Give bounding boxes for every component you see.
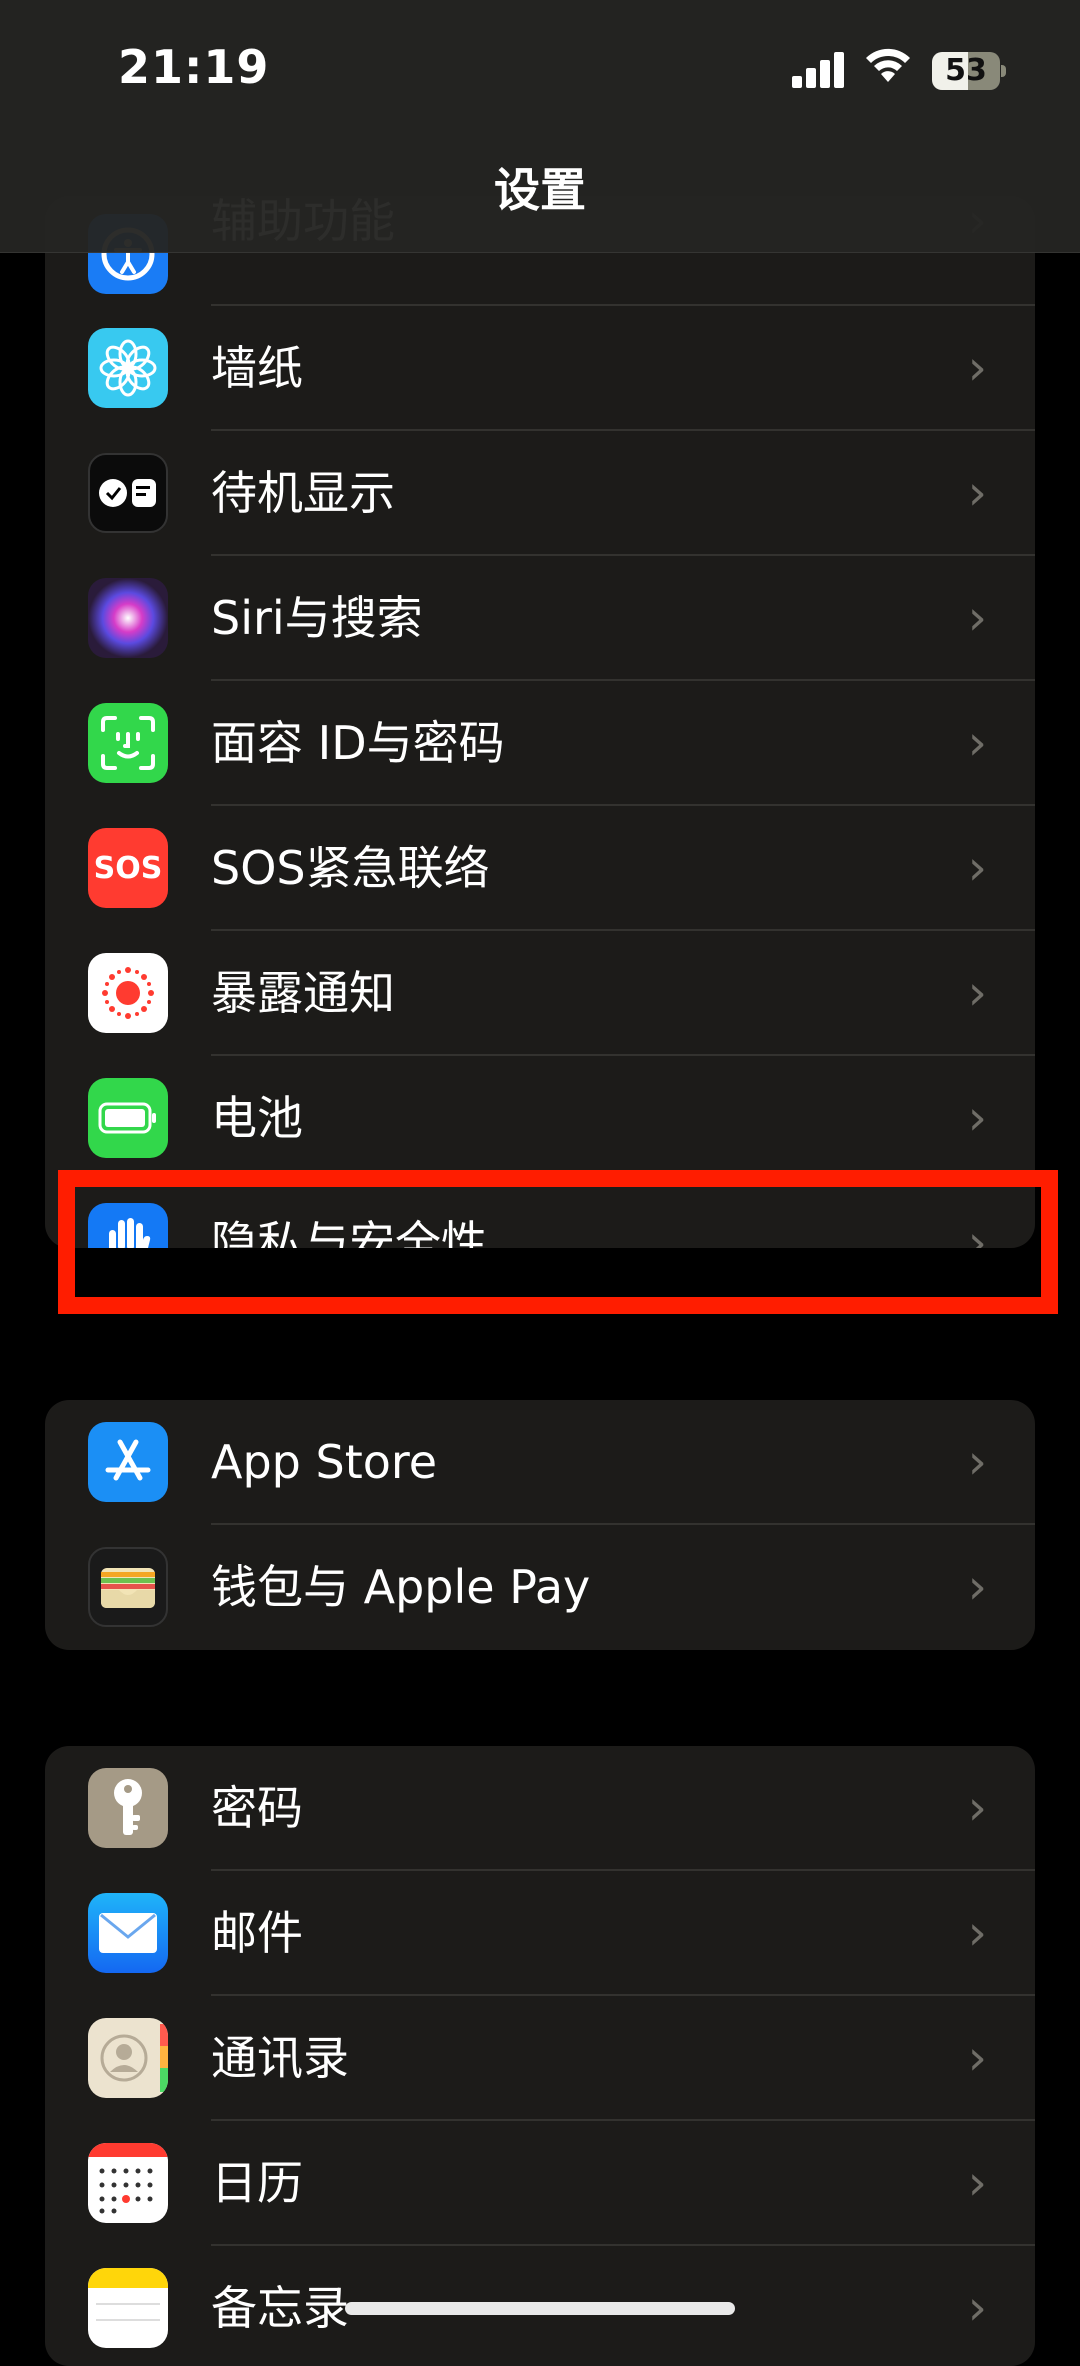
chevron-right-icon: › [967, 1559, 987, 1615]
settings-row-label: Siri与搜索 [211, 591, 423, 645]
settings-row-label: 墙纸 [211, 341, 303, 395]
flower-wallpaper-icon [88, 328, 168, 408]
settings-row-label: 钱包与 Apple Pay [211, 1560, 591, 1614]
chevron-right-icon: › [967, 965, 987, 1021]
calendar-icon [88, 2143, 168, 2223]
settings-row-label: 暴露通知 [211, 966, 395, 1020]
chevron-right-icon: › [967, 1434, 987, 1490]
wallet-icon [88, 1547, 168, 1627]
status-time: 21:19 [118, 40, 270, 94]
chevron-right-icon: › [967, 2155, 987, 2211]
chevron-right-icon: › [967, 1905, 987, 1961]
mail-icon [88, 1893, 168, 1973]
settings-row-label: 电池 [211, 1091, 303, 1145]
settings-row-mail[interactable]: 邮件 › [45, 1871, 1035, 1996]
app-store-icon [88, 1422, 168, 1502]
chevron-right-icon: › [967, 1090, 987, 1146]
settings-row-contacts[interactable]: 通讯录 › [45, 1996, 1035, 2121]
highlight-box [58, 1170, 1058, 1314]
chevron-right-icon: › [967, 2280, 987, 2336]
contacts-icon [88, 2018, 168, 2098]
sos-icon: SOS [88, 828, 168, 908]
siri-icon [88, 578, 168, 658]
settings-row-calendar[interactable]: 日历 › [45, 2121, 1035, 2246]
exposure-notification-icon [88, 953, 168, 1033]
page-title: 设置 [0, 140, 1080, 253]
settings-row-battery[interactable]: 电池 › [45, 1056, 1035, 1181]
chevron-right-icon: › [967, 715, 987, 771]
face-id-icon [88, 703, 168, 783]
chevron-right-icon: › [967, 465, 987, 521]
key-icon [88, 1768, 168, 1848]
settings-group-2: App Store › 钱包与 Apple Pay › [45, 1400, 1035, 1650]
settings-row-app-store[interactable]: App Store › [45, 1400, 1035, 1525]
settings-row-label: 面容 ID与密码 [211, 716, 505, 770]
battery-icon [88, 1078, 168, 1158]
settings-row-wallpaper[interactable]: 墙纸 › [45, 306, 1035, 431]
settings-row-label: 备忘录 [211, 2281, 349, 2335]
settings-row-exposure[interactable]: 暴露通知 › [45, 931, 1035, 1056]
cellular-signal-icon [792, 52, 844, 88]
wifi-icon [866, 48, 910, 82]
battery-level: 53 [932, 52, 1000, 90]
chevron-right-icon: › [967, 2030, 987, 2086]
settings-row-label: 待机显示 [211, 466, 395, 520]
chevron-right-icon: › [967, 840, 987, 896]
settings-row-passwords[interactable]: 密码 › [45, 1746, 1035, 1871]
settings-row-label: 邮件 [211, 1906, 303, 1960]
settings-row-standby[interactable]: 待机显示 › [45, 431, 1035, 556]
settings-row-label: 日历 [211, 2156, 303, 2210]
battery-icon: 53 [932, 52, 1006, 90]
settings-row-label: App Store [211, 1435, 438, 1489]
settings-group-1: 辅助功能 › 墙纸 › 待机显示 › [45, 196, 1035, 1248]
settings-row-label: SOS紧急联络 [211, 841, 490, 895]
notes-icon [88, 2268, 168, 2348]
chevron-right-icon: › [967, 590, 987, 646]
settings-row-face-id[interactable]: 面容 ID与密码 › [45, 681, 1035, 806]
settings-row-label: 通讯录 [211, 2031, 349, 2085]
settings-group-3: 密码 › 邮件 › 通讯录 › 日历 › 备忘录 › [45, 1746, 1035, 2366]
settings-row-wallet[interactable]: 钱包与 Apple Pay › [45, 1525, 1035, 1650]
chevron-right-icon: › [967, 1780, 987, 1836]
settings-row-siri[interactable]: Siri与搜索 › [45, 556, 1035, 681]
settings-row-label: 密码 [211, 1781, 303, 1835]
home-indicator[interactable] [345, 2302, 735, 2315]
settings-row-sos[interactable]: SOS SOS紧急联络 › [45, 806, 1035, 931]
standby-icon [88, 453, 168, 533]
status-bar: 21:19 53 [0, 0, 1080, 140]
chevron-right-icon: › [967, 340, 987, 396]
